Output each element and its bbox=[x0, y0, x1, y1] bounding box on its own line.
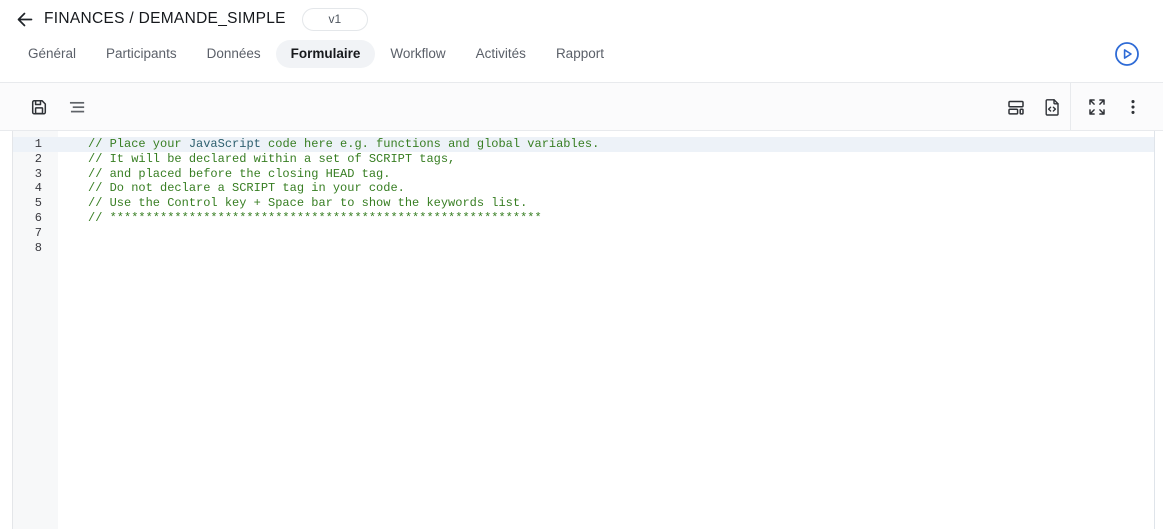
editor-toolbar bbox=[0, 83, 1163, 131]
layout-view-button[interactable] bbox=[1002, 93, 1030, 121]
toolbar-divider bbox=[1070, 83, 1071, 131]
tab-formulaire[interactable]: Formulaire bbox=[276, 40, 376, 68]
save-icon bbox=[29, 97, 49, 117]
line-number: 1 bbox=[13, 137, 58, 152]
source-code-button[interactable] bbox=[1038, 93, 1066, 121]
line-number: 8 bbox=[13, 241, 58, 256]
back-arrow-icon bbox=[15, 10, 34, 29]
line-number: 6 bbox=[13, 211, 58, 226]
layout-panels-icon bbox=[1006, 97, 1026, 117]
code-line-text: // Use the Control key + Space bar to sh… bbox=[58, 196, 1154, 211]
breadcrumb: FINANCES / DEMANDE_SIMPLE bbox=[44, 10, 286, 28]
code-line-text: // *************************************… bbox=[58, 211, 1154, 226]
tab-participants[interactable]: Participants bbox=[91, 40, 192, 68]
more-menu-button[interactable] bbox=[1119, 93, 1147, 121]
editor-line[interactable]: 2// It will be declared within a set of … bbox=[13, 152, 1154, 167]
format-lines-button[interactable] bbox=[62, 93, 90, 121]
line-number: 5 bbox=[13, 196, 58, 211]
code-line-text: // Do not declare a SCRIPT tag in your c… bbox=[58, 181, 1154, 196]
line-number: 3 bbox=[13, 167, 58, 182]
line-number: 4 bbox=[13, 181, 58, 196]
kebab-menu-icon bbox=[1123, 97, 1143, 117]
editor-line[interactable]: 8 bbox=[13, 241, 1154, 256]
line-number: 7 bbox=[13, 226, 58, 241]
tab-rapport[interactable]: Rapport bbox=[541, 40, 619, 68]
fullscreen-button[interactable] bbox=[1083, 93, 1111, 121]
line-number: 2 bbox=[13, 152, 58, 167]
toolbar-left-group bbox=[25, 83, 99, 130]
toolbar-right-group bbox=[994, 83, 1147, 130]
tab-bar: GénéralParticipantsDonnéesFormulaireWork… bbox=[13, 40, 619, 68]
editor-line[interactable]: 1// Place your JavaScript code here e.g.… bbox=[13, 137, 1154, 152]
tab-row: GénéralParticipantsDonnéesFormulaireWork… bbox=[0, 40, 1163, 82]
code-line-text: // and placed before the closing HEAD ta… bbox=[58, 167, 1154, 182]
code-line-text bbox=[58, 226, 1154, 241]
save-button[interactable] bbox=[25, 93, 53, 121]
editor-line[interactable]: 6// ************************************… bbox=[13, 211, 1154, 226]
tab-general[interactable]: Général bbox=[13, 40, 91, 68]
app-window: FINANCES / DEMANDE_SIMPLE v1 GénéralPart… bbox=[0, 0, 1163, 529]
run-button[interactable] bbox=[1113, 40, 1141, 68]
expand-icon bbox=[1087, 97, 1107, 117]
tab-donnees[interactable]: Données bbox=[192, 40, 276, 68]
editor-line[interactable]: 7 bbox=[13, 226, 1154, 241]
tab-workflow[interactable]: Workflow bbox=[375, 40, 460, 68]
play-circle-icon bbox=[1113, 40, 1141, 68]
code-line-text bbox=[58, 241, 1154, 256]
code-file-icon bbox=[1042, 97, 1062, 117]
version-badge[interactable]: v1 bbox=[302, 8, 368, 31]
code-line-text: // It will be declared within a set of S… bbox=[58, 152, 1154, 167]
editor-line[interactable]: 4// Do not declare a SCRIPT tag in your … bbox=[13, 181, 1154, 196]
tab-activites[interactable]: Activités bbox=[461, 40, 541, 68]
back-button[interactable] bbox=[12, 7, 36, 31]
topbar: FINANCES / DEMANDE_SIMPLE v1 GénéralPart… bbox=[0, 0, 1163, 83]
code-line-text: // Place your JavaScript code here e.g. … bbox=[58, 137, 1154, 152]
breadcrumb-row: FINANCES / DEMANDE_SIMPLE v1 bbox=[0, 0, 1163, 33]
align-lines-icon bbox=[66, 97, 86, 117]
editor-line[interactable]: 5// Use the Control key + Space bar to s… bbox=[13, 196, 1154, 211]
editor-line[interactable]: 3// and placed before the closing HEAD t… bbox=[13, 167, 1154, 182]
code-editor[interactable]: 1// Place your JavaScript code here e.g.… bbox=[12, 131, 1155, 529]
